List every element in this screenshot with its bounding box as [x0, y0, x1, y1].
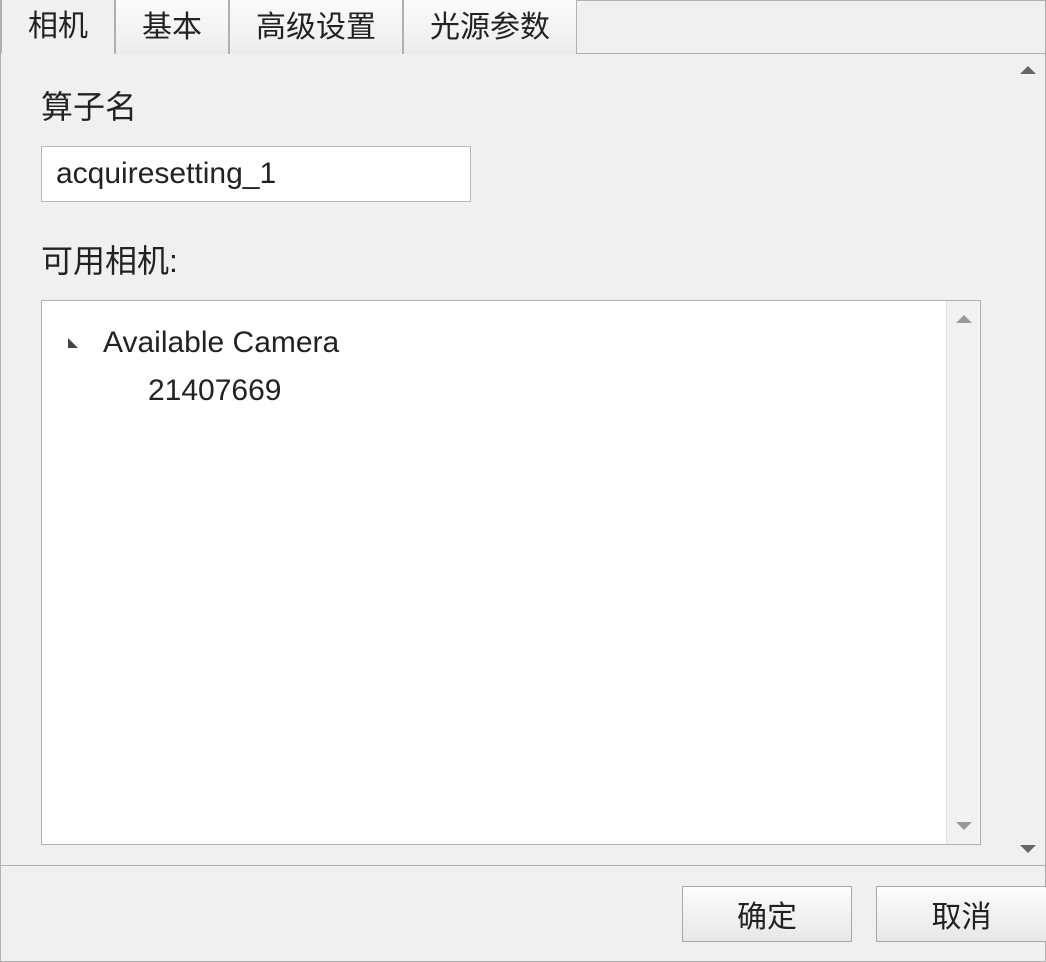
tree-scrollbar[interactable] [946, 301, 980, 844]
tree-child-label: 21407669 [148, 367, 281, 415]
cancel-button[interactable]: 取消 [876, 886, 1046, 942]
tab-advanced[interactable]: 高级设置 [229, 0, 403, 54]
dialog-footer: 确定 取消 [1, 865, 1045, 961]
tab-basic[interactable]: 基本 [115, 0, 229, 54]
scroll-down-icon[interactable] [1020, 845, 1036, 853]
tab-light-params[interactable]: 光源参数 [403, 0, 577, 54]
tab-camera[interactable]: 相机 [1, 0, 115, 54]
tab-strip: 相机 基本 高级设置 光源参数 [1, 1, 1045, 54]
scroll-down-icon[interactable] [956, 822, 972, 830]
panel-scrollbar[interactable] [1011, 54, 1045, 865]
operator-name-label: 算子名 [41, 82, 981, 128]
camera-tree: Available Camera 21407669 [41, 300, 981, 845]
camera-tree-content: Available Camera 21407669 [42, 301, 946, 844]
scroll-up-icon[interactable] [1020, 66, 1036, 74]
expand-collapse-icon[interactable] [68, 338, 85, 348]
tree-root-row[interactable]: Available Camera [62, 319, 926, 367]
available-cameras-label: 可用相机: [41, 236, 981, 282]
tree-root-label: Available Camera [103, 319, 339, 367]
operator-name-input[interactable] [41, 146, 471, 202]
tree-child-row[interactable]: 21407669 [62, 367, 926, 415]
tab-content-camera: 算子名 可用相机: Available Camera 21407669 [1, 54, 1011, 865]
ok-button[interactable]: 确定 [682, 886, 852, 942]
body-area: 算子名 可用相机: Available Camera 21407669 [1, 54, 1045, 865]
scroll-up-icon[interactable] [956, 315, 972, 323]
dialog-window: 相机 基本 高级设置 光源参数 算子名 可用相机: Available Came… [0, 0, 1046, 962]
